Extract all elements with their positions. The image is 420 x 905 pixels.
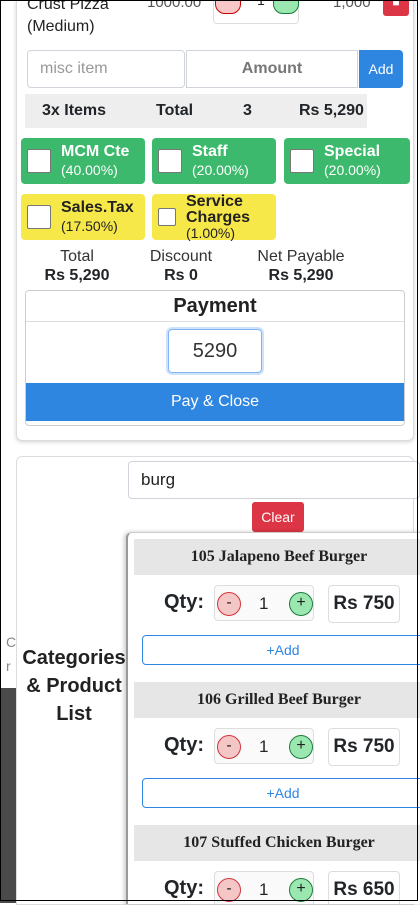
tax-percent: (1.00%) (186, 225, 236, 241)
plus-button[interactable]: + (289, 735, 313, 759)
payment-amount-input[interactable]: 5290 (168, 329, 262, 373)
product-name: 106 Grilled Beef Burger (134, 682, 420, 718)
tax-service-charges[interactable]: Service Charges (1.00%) (152, 194, 276, 240)
qty-value[interactable]: 1 (259, 880, 268, 900)
product-search-input[interactable]: burg (128, 461, 420, 499)
summary-amount: Rs 5,290 (299, 102, 364, 119)
order-item-total: 1,000 (333, 0, 371, 11)
net-payable: Net Payable Rs 5,290 (249, 248, 353, 286)
summary-count: 3 (243, 102, 252, 119)
discount-staff[interactable]: Staff (20.00%) (152, 138, 276, 184)
net-value: Rs 5,290 (268, 267, 334, 284)
total-value: Rs 5,290 (44, 267, 110, 284)
net-label: Net Payable (257, 248, 345, 265)
total-label: Total (60, 248, 94, 265)
delete-item-button[interactable]: ■ (383, 0, 409, 16)
summary-total-label: Total (156, 102, 194, 119)
discount-name: MCM Cte (61, 143, 130, 160)
clear-search-button[interactable]: Clear (252, 502, 304, 532)
order-qty-plus-button[interactable] (273, 0, 299, 14)
qty-label: Qty: (164, 734, 204, 756)
discount-checkbox[interactable] (290, 149, 314, 173)
discount-name: Special (324, 143, 381, 160)
minus-button[interactable]: - (217, 592, 241, 616)
discount-label: Discount (149, 248, 213, 265)
discount-checkbox[interactable] (158, 149, 182, 173)
categories-heading: Categories & Product List (22, 647, 126, 725)
tax-percent: (17.50%) (61, 218, 118, 234)
product-price: Rs 750 (328, 728, 400, 766)
quantity-stepper: - 1 + (214, 585, 314, 621)
summary-items: 3x Items (42, 102, 107, 119)
tax-name: Service Charges (186, 193, 251, 226)
order-card: Crust Pizza (Medium) 1000.00 1 1,000 ■ m… (16, 0, 414, 441)
discount-percent: (20.00%) (324, 162, 381, 178)
misc-amount-input[interactable]: Amount (186, 50, 358, 88)
discount-checkbox[interactable] (27, 149, 51, 173)
product-price: Rs 750 (328, 585, 400, 623)
tax-name: Sales.Tax (61, 199, 134, 216)
quantity-stepper: - 1 + (214, 728, 314, 764)
minus-button[interactable]: - (217, 878, 241, 902)
pay-close-button[interactable]: Pay & Close (26, 383, 404, 421)
discount-mcm-cte[interactable]: MCM Cte (40.00%) (21, 138, 145, 184)
product-list: 105 Jalapeno Beef Burger Qty: - 1 + Rs 7… (126, 532, 420, 904)
payment-panel: Payment 5290 Pay & Close (25, 290, 405, 426)
trash-icon: ■ (392, 0, 400, 9)
product-price: Rs 650 (328, 871, 400, 904)
tax-checkbox[interactable] (27, 205, 51, 229)
order-line-item: Crust Pizza (Medium) 1000.00 1 1,000 ■ (27, 0, 409, 42)
add-product-button[interactable]: +Add (142, 635, 420, 665)
product-name: 107 Stuffed Chicken Burger (134, 825, 420, 861)
add-product-button[interactable]: +Add (142, 778, 420, 808)
discount-percent: (20.00%) (192, 162, 249, 178)
product-name: 105 Jalapeno Beef Burger (134, 539, 420, 575)
tax-sales-tax[interactable]: Sales.Tax (17.50%) (21, 194, 145, 240)
quantity-stepper: - 1 + (214, 871, 314, 904)
misc-item-input[interactable]: misc item (27, 50, 185, 88)
order-qty-minus-button[interactable] (215, 0, 241, 14)
qty-value[interactable]: 1 (259, 737, 268, 757)
minus-button[interactable]: - (217, 735, 241, 759)
order-qty-value: 1 (257, 0, 265, 8)
discount-percent: (40.00%) (61, 162, 118, 178)
tax-checkbox[interactable] (158, 208, 176, 226)
order-item-name: Crust Pizza (Medium) (27, 0, 109, 35)
qty-label: Qty: (164, 591, 204, 613)
order-item-price: 1000.00 (147, 0, 202, 11)
discount-special[interactable]: Special (20.00%) (284, 138, 410, 184)
qty-value[interactable]: 1 (259, 594, 268, 614)
payment-title: Payment (26, 291, 404, 322)
discount-name: Staff (192, 143, 228, 160)
discount-total: Discount Rs 0 (141, 248, 221, 286)
qty-label: Qty: (164, 877, 204, 899)
grand-total: Total Rs 5,290 (37, 248, 117, 286)
order-summary-bar: 3x Items Total 3 Rs 5,290 (25, 94, 367, 128)
plus-button[interactable]: + (289, 592, 313, 616)
discount-value: Rs 0 (164, 267, 198, 284)
plus-button[interactable]: + (289, 878, 313, 902)
add-misc-button[interactable]: Add (359, 50, 403, 88)
